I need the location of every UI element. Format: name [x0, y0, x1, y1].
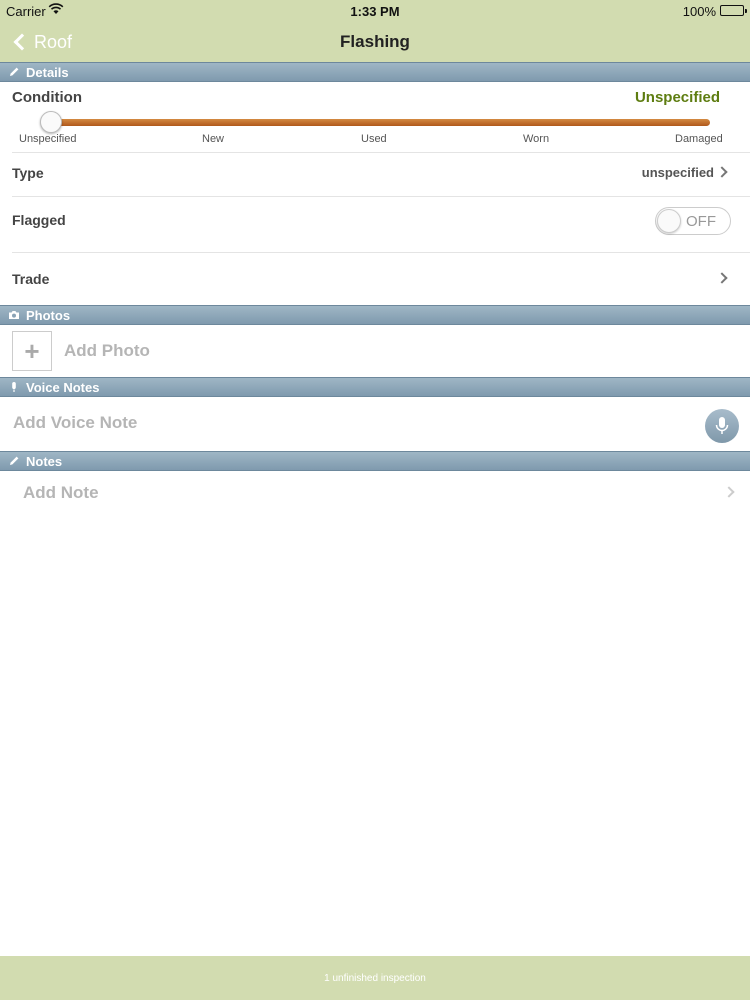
add-photo-label[interactable]: Add Photo	[64, 341, 150, 361]
section-title-photos: Photos	[26, 307, 71, 323]
trade-label: Trade	[12, 271, 50, 287]
type-label: Type	[12, 165, 44, 181]
navigation-bar: Carrier 1:33 PM 100% Roof Flashing	[0, 0, 750, 62]
section-title-voice-notes: Voice Notes	[26, 379, 100, 395]
section-header-notes: Notes	[0, 451, 750, 471]
camera-icon	[9, 311, 19, 319]
battery-icon	[720, 5, 747, 16]
divider	[12, 196, 750, 197]
footer-bar[interactable]: 1 unfinished inspection	[0, 956, 750, 1000]
condition-value: Unspecified	[634, 89, 720, 106]
microphone-icon	[715, 417, 729, 434]
add-voice-note-label[interactable]: Add Voice Note	[13, 413, 137, 433]
trade-row[interactable]: Trade	[0, 253, 750, 305]
type-row[interactable]: Type unspecified	[0, 153, 750, 196]
pencil-icon	[10, 456, 19, 465]
condition-tick-new: New	[202, 133, 225, 145]
toggle-knob	[657, 209, 681, 233]
section-title-details: Details	[26, 64, 69, 80]
page-title: Flashing	[340, 32, 410, 51]
condition-tick-used: Used	[361, 133, 387, 145]
section-header-voice-notes: Voice Notes	[0, 377, 750, 397]
unfinished-inspection-label: 1 unfinished inspection	[324, 972, 426, 984]
condition-label: Condition	[12, 89, 82, 106]
condition-slider-track[interactable]	[50, 119, 710, 126]
pencil-icon	[10, 67, 19, 76]
battery-percent: 100%	[682, 4, 716, 19]
clock: 1:33 PM	[350, 4, 400, 19]
condition-tick-damaged: Damaged	[675, 133, 723, 145]
add-note-row[interactable]: Add Note	[0, 472, 750, 514]
add-note-label: Add Note	[23, 483, 99, 502]
toggle-state-label: OFF	[686, 213, 716, 230]
add-photo-button[interactable]: +	[12, 331, 52, 371]
status-bar: Carrier 1:33 PM 100%	[0, 0, 750, 22]
chevron-right-icon	[716, 272, 728, 284]
flagged-label: Flagged	[12, 212, 66, 228]
section-header-details: Details	[0, 62, 750, 82]
condition-tick-worn: Worn	[523, 133, 550, 145]
plus-icon: +	[24, 335, 40, 366]
condition-slider-thumb[interactable]	[40, 111, 62, 133]
microphone-icon	[12, 382, 16, 392]
flagged-toggle[interactable]: OFF	[655, 207, 731, 235]
condition-tick-unspecified: Unspecified	[19, 133, 77, 145]
type-value: unspecified	[641, 165, 714, 180]
section-header-photos: Photos	[0, 305, 750, 325]
chevron-right-icon	[723, 486, 735, 498]
section-title-notes: Notes	[26, 453, 63, 469]
chevron-right-icon	[716, 166, 728, 178]
record-voice-button[interactable]	[705, 409, 739, 443]
